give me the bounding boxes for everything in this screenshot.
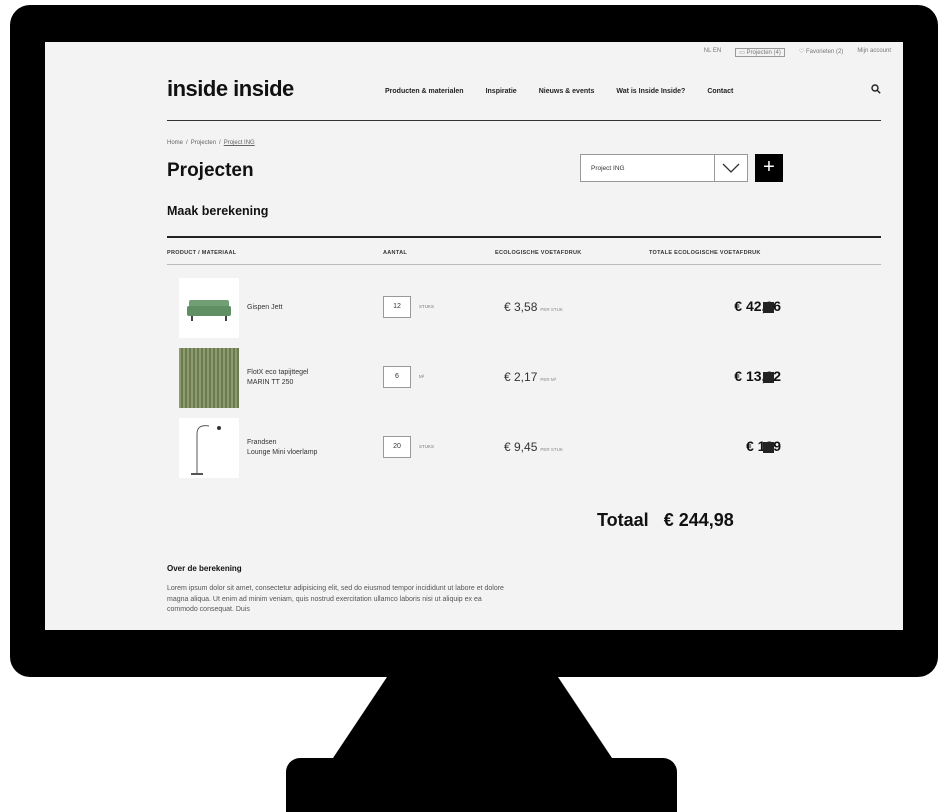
column-header-quantity: AANTAL [383,250,407,256]
quantity-input[interactable]: 20 [383,436,411,458]
table-row: FlotX eco tapijttegel MARIN TT 250 6 M² … [167,348,881,410]
chevron-down-icon [714,155,740,181]
nav-item-products[interactable]: Producten & materialen [385,88,464,95]
table-row: Gispen Jett 12 STUKS € 3,58 PER STUK € 42… [167,278,881,340]
table-row: Frandsen Lounge Mini vloerlamp 20 STUKS … [167,418,881,480]
site-logo[interactable]: inside inside [167,76,294,102]
projects-link[interactable]: ▭ Projecten (4) [735,48,785,57]
language-switch[interactable]: NL EN [704,48,721,57]
product-name[interactable]: Gispen Jett [247,303,282,313]
grand-total-label: Totaal [597,510,649,530]
table-divider [167,236,881,238]
folder-icon: ▭ [739,50,745,56]
monitor-base [286,758,677,812]
breadcrumb-separator: / [186,140,188,146]
section-title: Maak berekening [167,204,269,218]
product-image-lamp[interactable] [179,418,239,478]
table-header-divider [167,264,881,265]
quantity-unit: M² [419,374,425,379]
grand-total-value: € 244,98 [663,510,734,530]
nav-item-inspiration[interactable]: Inspiratie [486,88,517,95]
unit-footprint: € 2,17 PER M² [504,370,557,384]
nav-item-contact[interactable]: Contact [707,88,733,95]
plus-icon: + [763,156,775,178]
quantity-unit: STUKS [419,444,435,449]
about-text: Lorem ipsum dolor sit amet, consectetur … [167,585,504,613]
breadcrumb-home[interactable]: Home [167,140,183,146]
breadcrumb-projects[interactable]: Projecten [191,140,216,146]
favorites-link[interactable]: ♡ Favorieten (2) [799,48,843,57]
remove-checkbox[interactable] [763,442,774,453]
breadcrumb-current[interactable]: Project ING [224,140,255,146]
search-icon[interactable] [871,84,881,94]
about-title: Over de berekening [167,564,242,573]
project-select-value: Project ING [591,165,625,172]
column-header-product: PRODUCT / MATERIAAL [167,250,237,256]
main-nav: Producten & materialen Inspiratie Nieuws… [385,88,733,95]
product-name[interactable]: Frandsen Lounge Mini vloerlamp [247,438,317,458]
utility-bar: NL EN ▭ Projecten (4) ♡ Favorieten (2) M… [704,48,891,57]
product-name[interactable]: FlotX eco tapijttegel MARIN TT 250 [247,368,308,388]
quantity-input[interactable]: 6 [383,366,411,388]
header-divider [167,120,881,121]
add-project-button[interactable]: + [755,154,783,182]
breadcrumb: Home / Projecten / Project ING [167,140,255,146]
nav-item-about[interactable]: Wat is Inside Inside? [616,88,685,95]
product-image-carpet[interactable] [179,348,239,408]
account-link[interactable]: Mijn account [857,48,891,57]
favorites-label: Favorieten (2) [805,49,844,55]
remove-checkbox[interactable] [763,302,774,313]
grand-total: Totaal € 244,98 [597,510,734,531]
column-header-footprint: ECOLOGISCHE VOETAFDRUK [495,250,582,256]
project-select[interactable]: Project ING [580,154,748,182]
quantity-input[interactable]: 12 [383,296,411,318]
column-header-total-footprint: TOTALE ECOLOGISCHE VOETAFDRUK [649,250,761,256]
nav-item-news[interactable]: Nieuws & events [539,88,595,95]
breadcrumb-separator: / [219,140,221,146]
heart-icon: ♡ [798,49,805,55]
projects-label: Projecten (4) [746,50,781,56]
quantity-unit: STUKS [419,304,435,309]
browser-screen: NL EN ▭ Projecten (4) ♡ Favorieten (2) M… [45,42,903,630]
product-image-sofa[interactable] [179,278,239,338]
unit-footprint: € 9,45 PER STUK [504,440,563,454]
page-title: Projecten [167,160,254,181]
unit-footprint: € 3,58 PER STUK [504,300,563,314]
remove-checkbox[interactable] [763,372,774,383]
